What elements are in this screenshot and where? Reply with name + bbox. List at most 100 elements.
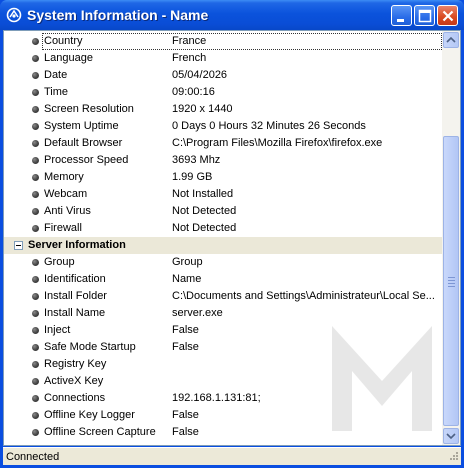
bullet-icon: [32, 344, 39, 351]
close-button[interactable]: [437, 5, 458, 26]
row-label: Inject: [44, 324, 71, 336]
bullet-icon: [32, 38, 39, 45]
bullet-icon: [32, 225, 39, 232]
info-list-panel[interactable]: Country France Language French Date 05/04/202…: [3, 30, 461, 446]
row-value: Not Detected: [172, 205, 237, 217]
bullet-icon: [32, 89, 39, 96]
info-row[interactable]: Default Browser C:\Program Files\Mozilla …: [4, 135, 442, 152]
bullet-icon: [32, 293, 39, 300]
info-row[interactable]: Time 09:00:16: [4, 84, 442, 101]
info-row[interactable]: Connections 192.168.1.131:81;: [4, 390, 442, 407]
info-row[interactable]: ActiveX Key: [4, 373, 442, 390]
row-label: Date: [44, 69, 68, 81]
row-value: French: [172, 52, 207, 64]
row-label: Anti Virus: [44, 205, 91, 217]
info-row[interactable]: System Uptime 0 Days 0 Hours 32 Minutes 2…: [4, 118, 442, 135]
info-row[interactable]: Language French: [4, 50, 442, 67]
info-row[interactable]: Webcam Not Installed: [4, 186, 442, 203]
arrow-down-icon: [446, 433, 456, 440]
info-row[interactable]: Safe Mode Startup False: [4, 339, 442, 356]
bullet-icon: [32, 72, 39, 79]
info-row[interactable]: Install Name server.exe: [4, 305, 442, 322]
row-value: Not Installed: [172, 188, 234, 200]
row-value: 0 Days 0 Hours 32 Minutes 26 Seconds: [172, 120, 366, 132]
row-label: Safe Mode Startup: [44, 341, 136, 353]
app-logo-icon: [6, 7, 22, 23]
row-label: Offline Key Logger: [44, 409, 135, 421]
bullet-icon: [32, 174, 39, 181]
bullet-icon: [32, 259, 39, 266]
row-label: Registry Key: [44, 358, 107, 370]
scroll-up-button[interactable]: [443, 32, 459, 48]
bullet-icon: [32, 208, 39, 215]
info-row[interactable]: Country France: [4, 33, 442, 50]
window-title: System Information - Name: [27, 7, 209, 23]
info-row[interactable]: Identification Name: [4, 271, 442, 288]
group-header-row[interactable]: Server Information: [4, 237, 442, 254]
bullet-icon: [32, 395, 39, 402]
row-label: Group: [44, 256, 75, 268]
info-row[interactable]: Inject False: [4, 322, 442, 339]
row-value: False: [172, 341, 199, 353]
row-label: Identification: [44, 273, 106, 285]
row-label: Connections: [44, 392, 106, 404]
row-label: Language: [44, 52, 93, 64]
info-row[interactable]: Anti Virus Not Detected: [4, 203, 442, 220]
bullet-icon: [32, 106, 39, 113]
main-window: System Information - Name Country France L…: [0, 0, 464, 468]
row-label: Processor Speed: [44, 154, 129, 166]
bullet-icon: [32, 412, 39, 419]
row-value: Group: [172, 256, 203, 268]
row-value: False: [172, 409, 199, 421]
bullet-icon: [32, 140, 39, 147]
maximize-icon: [418, 9, 432, 23]
bullet-icon: [32, 157, 39, 164]
row-value: Name: [172, 273, 202, 285]
row-value: Not Detected: [172, 222, 237, 234]
info-row[interactable]: Firewall Not Detected: [4, 220, 442, 237]
arrow-up-icon: [446, 36, 456, 43]
minimize-icon: [397, 19, 404, 22]
row-label: ActiveX Key: [44, 375, 104, 387]
bullet-icon: [32, 123, 39, 130]
vertical-scrollbar[interactable]: [442, 31, 460, 445]
info-row[interactable]: Offline Key Logger False: [4, 407, 442, 424]
row-label: Firewall: [44, 222, 82, 234]
scroll-thumb[interactable]: [443, 136, 459, 426]
info-row[interactable]: Offline Screen Capture False: [4, 424, 442, 441]
close-icon: [442, 10, 454, 22]
row-label: System Uptime: [44, 120, 119, 132]
minimize-button[interactable]: [391, 5, 412, 26]
scroll-down-button[interactable]: [443, 428, 459, 444]
row-value: C:\Program Files\Mozilla Firefox\firefox…: [172, 137, 383, 149]
title-bar[interactable]: System Information - Name: [0, 0, 464, 30]
row-value: 192.168.1.131:81;: [172, 392, 261, 404]
group-label: Server Information: [28, 239, 126, 251]
row-value: False: [172, 324, 199, 336]
info-row[interactable]: Processor Speed 3693 Mhz: [4, 152, 442, 169]
info-row[interactable]: Install Folder C:\Documents and Settings\…: [4, 288, 442, 305]
bullet-icon: [32, 378, 39, 385]
row-label: Time: [44, 86, 69, 98]
row-label: Install Name: [44, 307, 106, 319]
info-row[interactable]: Group Group: [4, 254, 442, 271]
maximize-button[interactable]: [414, 5, 435, 26]
row-value: 09:00:16: [172, 86, 215, 98]
row-value: 3693 Mhz: [172, 154, 221, 166]
info-row[interactable]: Registry Key: [4, 356, 442, 373]
info-row[interactable]: Memory 1.99 GB: [4, 169, 442, 186]
row-label: Install Folder: [44, 290, 107, 302]
row-value: France: [172, 35, 207, 47]
info-row[interactable]: Screen Resolution 1920 x 1440: [4, 101, 442, 118]
row-label: Screen Resolution: [44, 103, 134, 115]
row-label: Webcam: [44, 188, 88, 200]
info-list: Country France Language French Date 05/04/202…: [4, 31, 442, 445]
row-label: Memory: [44, 171, 84, 183]
bullet-icon: [32, 55, 39, 62]
row-label: Offline Screen Capture: [44, 426, 156, 438]
bullet-icon: [32, 361, 39, 368]
collapse-icon[interactable]: [14, 241, 23, 250]
resize-grip-icon[interactable]: [447, 451, 459, 463]
status-bar: Connected: [3, 447, 461, 465]
info-row[interactable]: Date 05/04/2026: [4, 67, 442, 84]
